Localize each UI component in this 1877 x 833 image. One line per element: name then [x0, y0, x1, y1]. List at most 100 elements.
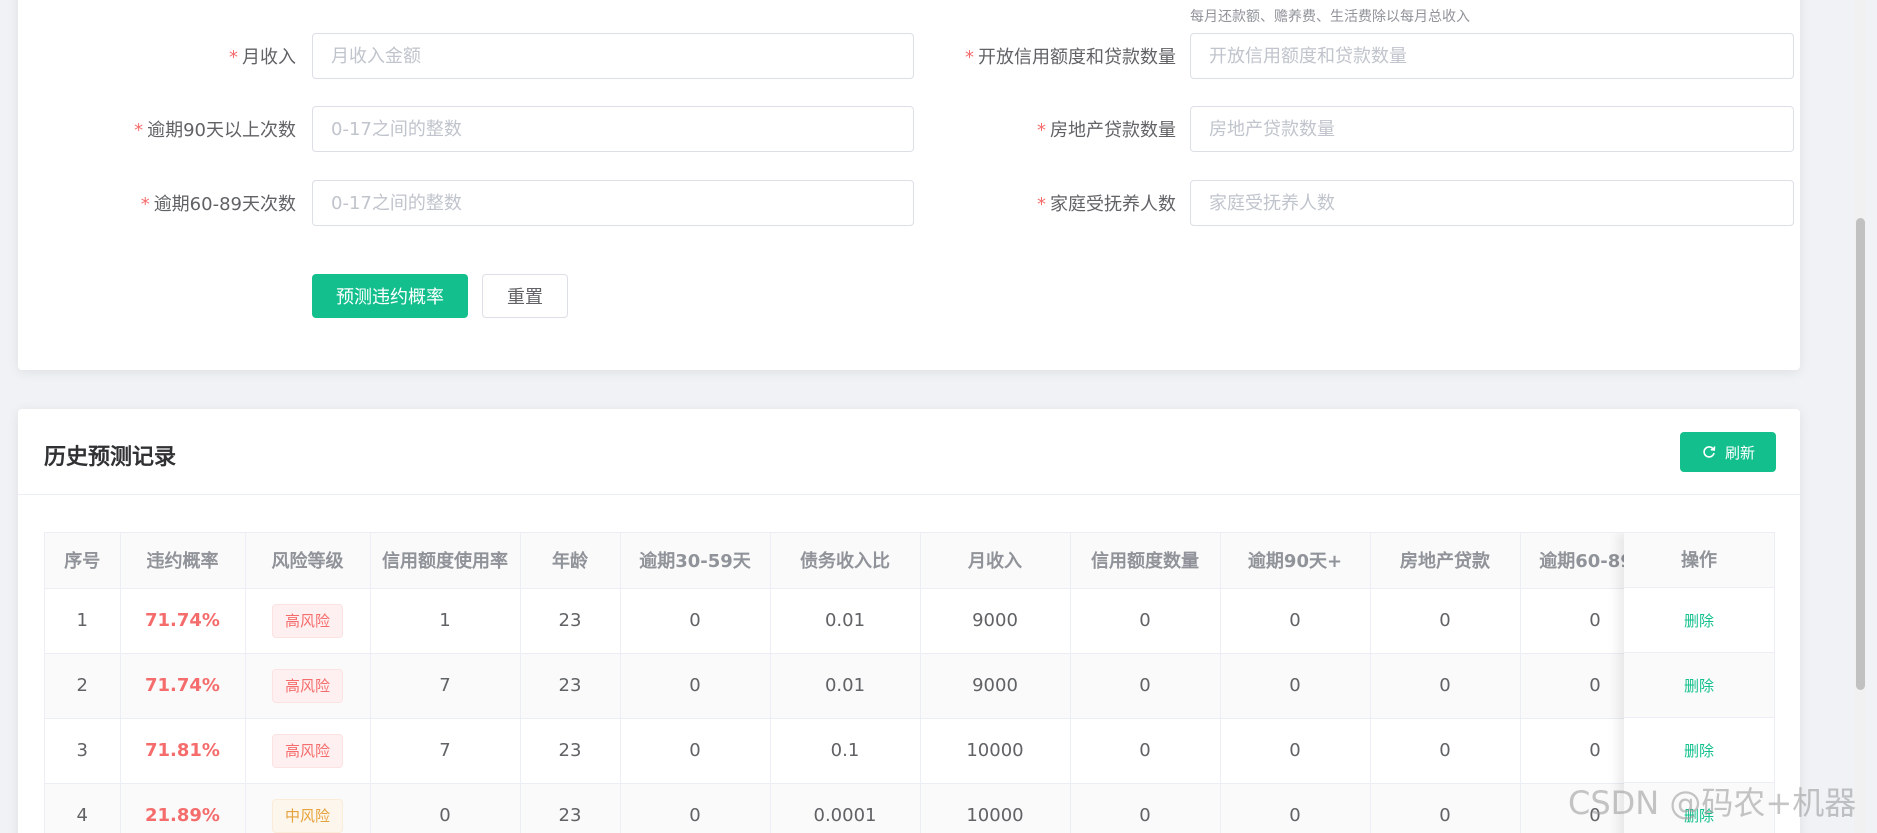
table-cell: 0.0001	[770, 783, 921, 833]
reset-button[interactable]: 重置	[482, 274, 568, 318]
column-header: 月收入	[920, 533, 1071, 589]
refresh-icon	[1703, 446, 1716, 458]
column-header: 信用额度数量	[1070, 533, 1221, 589]
table-cell: 9000	[920, 588, 1071, 654]
column-header: 年龄	[520, 533, 621, 589]
probability-value: 71.74%	[145, 675, 220, 696]
history-title: 历史预测记录	[44, 445, 177, 470]
table-row: 3 71.81% 高风险 7 23 0 0.1 10000 0 0 0 0	[45, 718, 1671, 784]
table-cell: 23	[520, 653, 621, 719]
refresh-button[interactable]: 刷新	[1680, 432, 1776, 472]
table-cell: 0	[1220, 718, 1371, 784]
predict-button[interactable]: 预测违约概率	[312, 274, 468, 318]
prediction-form-card: 每月还款额、赡养费、生活费除以每月总收入 *月收入 *逾期90天以上次数 *逾期…	[18, 0, 1800, 370]
risk-level-tag: 高风险	[271, 733, 343, 768]
risk-level-cell: 高风险	[245, 718, 371, 784]
table-cell: 0	[1220, 653, 1371, 719]
probability-value: 71.74%	[145, 610, 220, 631]
table-cell: 3	[45, 718, 121, 784]
table-cell: 0	[370, 783, 521, 833]
table-cell: 0	[620, 718, 771, 784]
history-header: 历史预测记录 刷新	[18, 409, 1800, 495]
action-cell: 删除	[1624, 588, 1774, 653]
table-cell: 0.01	[770, 588, 921, 654]
dependents-label: * 家庭受抚养人数	[1037, 194, 1176, 215]
column-header: 逾期30-59天	[620, 533, 771, 589]
risk-level-cell: 中风险	[245, 783, 371, 833]
probability-cell: 71.74%	[120, 653, 246, 719]
table-cell: 23	[520, 588, 621, 654]
history-data-table: 序号 违约概率 风险等级 信用额度使用率 年龄 逾期30-59天 债务收入比 月收入 信用额度数…	[45, 533, 1671, 833]
action-column-header: 操作	[1624, 533, 1774, 588]
table-cell: 2	[45, 653, 121, 719]
overdue-60-89-input[interactable]	[312, 180, 914, 226]
risk-level-cell: 高风险	[245, 588, 371, 654]
table-cell: 0	[1070, 718, 1221, 784]
delete-link[interactable]: 删除	[1684, 677, 1714, 695]
table-cell: 9000	[920, 653, 1071, 719]
probability-value: 21.89%	[145, 805, 220, 826]
column-header: 信用额度使用率	[370, 533, 521, 589]
watermark: CSDN @码农+机器	[1568, 784, 1857, 822]
column-header: 序号	[45, 533, 121, 589]
delete-link[interactable]: 删除	[1684, 612, 1714, 630]
refresh-label: 刷新	[1724, 443, 1755, 462]
probability-cell: 71.74%	[120, 588, 246, 654]
action-cell: 删除	[1624, 653, 1774, 718]
table-cell: 23	[520, 718, 621, 784]
real-estate-label: * 房地产贷款数量	[1037, 120, 1176, 141]
table-cell: 0	[1370, 588, 1521, 654]
table-cell: 0.1	[770, 718, 921, 784]
table-cell: 0	[620, 588, 771, 654]
table-row: 4 21.89% 中风险 0 23 0 0.0001 10000 0 0 0 0	[45, 783, 1671, 833]
table-cell: 0	[1370, 653, 1521, 719]
overdue-90-label: * 逾期90天以上次数	[134, 120, 296, 141]
risk-level-tag: 高风险	[271, 603, 343, 638]
table-cell: 0	[1370, 783, 1521, 833]
table-cell: 7	[370, 718, 521, 784]
column-header: 债务收入比	[770, 533, 921, 589]
history-table: 序号 违约概率 风险等级 信用额度使用率 年龄 逾期30-59天 债务收入比 月收入 信用额度数…	[44, 532, 1775, 833]
delete-link[interactable]: 删除	[1684, 742, 1714, 760]
probability-cell: 21.89%	[120, 783, 246, 833]
column-header: 违约概率	[120, 533, 246, 589]
overdue-90-input[interactable]	[312, 106, 914, 152]
table-header-row: 序号 违约概率 风险等级 信用额度使用率 年龄 逾期30-59天 债务收入比 月收入 信用额度数…	[45, 533, 1671, 589]
column-header: 逾期90天+	[1220, 533, 1371, 589]
probability-cell: 71.81%	[120, 718, 246, 784]
table-cell: 10000	[920, 783, 1071, 833]
real-estate-input[interactable]	[1190, 106, 1794, 152]
monthly-income-input[interactable]	[312, 33, 914, 79]
table-cell: 0	[1370, 718, 1521, 784]
table-row: 2 71.74% 高风险 7 23 0 0.01 9000 0 0 0 0	[45, 653, 1671, 719]
open-credit-input[interactable]	[1190, 33, 1794, 79]
overdue-60-89-label: * 逾期60-89天次数	[140, 194, 296, 215]
table-cell: 0.01	[770, 653, 921, 719]
table-cell: 0	[1220, 588, 1371, 654]
table-cell: 0	[1220, 783, 1371, 833]
page-scrollbar-thumb[interactable]	[1856, 218, 1865, 690]
monthly-income-label: * 月收入	[229, 47, 296, 68]
debt-ratio-hint: 每月还款额、赡养费、生活费除以每月总收入	[1190, 9, 1470, 25]
table-cell: 0	[1070, 653, 1221, 719]
table-cell: 1	[45, 588, 121, 654]
table-cell: 0	[1070, 588, 1221, 654]
history-card: 历史预测记录 刷新 序号 违约概率 风险等级 信用额度使用率 年龄 逾期30-59天 债务收…	[18, 409, 1800, 833]
column-header: 房地产贷款	[1370, 533, 1521, 589]
table-cell: 10000	[920, 718, 1071, 784]
table-cell: 7	[370, 653, 521, 719]
dependents-input[interactable]	[1190, 180, 1794, 226]
table-row: 1 71.74% 高风险 1 23 0 0.01 9000 0 0 0 0	[45, 588, 1671, 654]
table-cell: 1	[370, 588, 521, 654]
column-header: 风险等级	[245, 533, 371, 589]
risk-level-tag: 中风险	[271, 798, 343, 833]
table-cell: 0	[620, 653, 771, 719]
risk-level-tag: 高风险	[271, 668, 343, 703]
probability-value: 71.81%	[145, 740, 220, 761]
table-cell: 0	[620, 783, 771, 833]
action-cell: 删除	[1624, 718, 1774, 783]
open-credit-label: * 开放信用额度和贷款数量	[965, 47, 1176, 68]
table-cell: 0	[1070, 783, 1221, 833]
risk-level-cell: 高风险	[245, 653, 371, 719]
table-cell: 4	[45, 783, 121, 833]
